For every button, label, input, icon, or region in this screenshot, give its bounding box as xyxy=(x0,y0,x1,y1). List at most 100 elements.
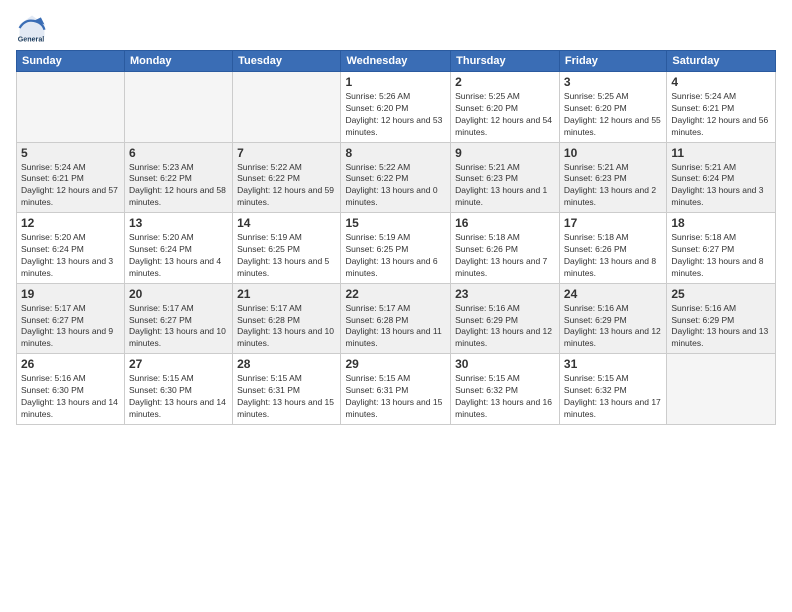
day-number: 29 xyxy=(345,357,446,371)
day-cell: 29 Sunrise: 5:15 AMSunset: 6:31 PMDaylig… xyxy=(341,354,451,425)
day-cell: 5 Sunrise: 5:24 AMSunset: 6:21 PMDayligh… xyxy=(17,142,125,213)
day-number: 3 xyxy=(564,75,662,89)
day-cell: 23 Sunrise: 5:16 AMSunset: 6:29 PMDaylig… xyxy=(451,283,560,354)
day-number: 12 xyxy=(21,216,120,230)
day-cell: 18 Sunrise: 5:18 AMSunset: 6:27 PMDaylig… xyxy=(667,213,776,284)
day-number: 28 xyxy=(237,357,336,371)
day-number: 27 xyxy=(129,357,228,371)
day-cell: 20 Sunrise: 5:17 AMSunset: 6:27 PMDaylig… xyxy=(124,283,232,354)
day-cell: 11 Sunrise: 5:21 AMSunset: 6:24 PMDaylig… xyxy=(667,142,776,213)
day-info: Sunrise: 5:25 AMSunset: 6:20 PMDaylight:… xyxy=(564,91,661,137)
day-number: 10 xyxy=(564,146,662,160)
day-info: Sunrise: 5:23 AMSunset: 6:22 PMDaylight:… xyxy=(129,162,226,208)
day-number: 1 xyxy=(345,75,446,89)
header-tuesday: Tuesday xyxy=(233,51,341,72)
day-number: 30 xyxy=(455,357,555,371)
header-sunday: Sunday xyxy=(17,51,125,72)
day-info: Sunrise: 5:16 AMSunset: 6:30 PMDaylight:… xyxy=(21,373,118,419)
header-friday: Friday xyxy=(559,51,666,72)
day-info: Sunrise: 5:21 AMSunset: 6:23 PMDaylight:… xyxy=(564,162,656,208)
day-info: Sunrise: 5:20 AMSunset: 6:24 PMDaylight:… xyxy=(21,232,113,278)
day-cell: 13 Sunrise: 5:20 AMSunset: 6:24 PMDaylig… xyxy=(124,213,232,284)
day-number: 13 xyxy=(129,216,228,230)
day-info: Sunrise: 5:18 AMSunset: 6:27 PMDaylight:… xyxy=(671,232,763,278)
day-info: Sunrise: 5:17 AMSunset: 6:28 PMDaylight:… xyxy=(345,303,441,349)
day-cell: 19 Sunrise: 5:17 AMSunset: 6:27 PMDaylig… xyxy=(17,283,125,354)
day-cell: 1 Sunrise: 5:26 AMSunset: 6:20 PMDayligh… xyxy=(341,72,451,143)
logo: General xyxy=(16,12,52,44)
page: General SundayMondayTuesdayWednesdayThur… xyxy=(0,0,792,612)
day-info: Sunrise: 5:19 AMSunset: 6:25 PMDaylight:… xyxy=(237,232,329,278)
day-cell: 12 Sunrise: 5:20 AMSunset: 6:24 PMDaylig… xyxy=(17,213,125,284)
day-cell: 17 Sunrise: 5:18 AMSunset: 6:26 PMDaylig… xyxy=(559,213,666,284)
week-row-2: 5 Sunrise: 5:24 AMSunset: 6:21 PMDayligh… xyxy=(17,142,776,213)
day-cell: 15 Sunrise: 5:19 AMSunset: 6:25 PMDaylig… xyxy=(341,213,451,284)
day-info: Sunrise: 5:19 AMSunset: 6:25 PMDaylight:… xyxy=(345,232,437,278)
day-number: 24 xyxy=(564,287,662,301)
day-cell: 6 Sunrise: 5:23 AMSunset: 6:22 PMDayligh… xyxy=(124,142,232,213)
week-row-1: 1 Sunrise: 5:26 AMSunset: 6:20 PMDayligh… xyxy=(17,72,776,143)
day-info: Sunrise: 5:17 AMSunset: 6:27 PMDaylight:… xyxy=(21,303,113,349)
day-number: 11 xyxy=(671,146,771,160)
calendar-header-row: SundayMondayTuesdayWednesdayThursdayFrid… xyxy=(17,51,776,72)
header-thursday: Thursday xyxy=(451,51,560,72)
day-cell xyxy=(17,72,125,143)
header-wednesday: Wednesday xyxy=(341,51,451,72)
day-cell xyxy=(233,72,341,143)
day-number: 6 xyxy=(129,146,228,160)
logo-icon: General xyxy=(16,12,48,44)
day-cell: 21 Sunrise: 5:17 AMSunset: 6:28 PMDaylig… xyxy=(233,283,341,354)
svg-text:General: General xyxy=(18,35,45,43)
day-info: Sunrise: 5:16 AMSunset: 6:29 PMDaylight:… xyxy=(564,303,661,349)
day-number: 14 xyxy=(237,216,336,230)
day-cell: 25 Sunrise: 5:16 AMSunset: 6:29 PMDaylig… xyxy=(667,283,776,354)
day-cell: 4 Sunrise: 5:24 AMSunset: 6:21 PMDayligh… xyxy=(667,72,776,143)
day-info: Sunrise: 5:17 AMSunset: 6:27 PMDaylight:… xyxy=(129,303,226,349)
day-info: Sunrise: 5:18 AMSunset: 6:26 PMDaylight:… xyxy=(455,232,547,278)
day-number: 22 xyxy=(345,287,446,301)
header: General xyxy=(16,12,776,44)
day-info: Sunrise: 5:16 AMSunset: 6:29 PMDaylight:… xyxy=(671,303,768,349)
header-saturday: Saturday xyxy=(667,51,776,72)
week-row-3: 12 Sunrise: 5:20 AMSunset: 6:24 PMDaylig… xyxy=(17,213,776,284)
day-cell: 14 Sunrise: 5:19 AMSunset: 6:25 PMDaylig… xyxy=(233,213,341,284)
day-number: 15 xyxy=(345,216,446,230)
day-info: Sunrise: 5:15 AMSunset: 6:30 PMDaylight:… xyxy=(129,373,226,419)
day-info: Sunrise: 5:15 AMSunset: 6:32 PMDaylight:… xyxy=(564,373,661,419)
day-cell: 26 Sunrise: 5:16 AMSunset: 6:30 PMDaylig… xyxy=(17,354,125,425)
day-number: 8 xyxy=(345,146,446,160)
day-cell: 8 Sunrise: 5:22 AMSunset: 6:22 PMDayligh… xyxy=(341,142,451,213)
day-cell: 24 Sunrise: 5:16 AMSunset: 6:29 PMDaylig… xyxy=(559,283,666,354)
day-info: Sunrise: 5:24 AMSunset: 6:21 PMDaylight:… xyxy=(21,162,118,208)
day-cell xyxy=(667,354,776,425)
day-cell: 7 Sunrise: 5:22 AMSunset: 6:22 PMDayligh… xyxy=(233,142,341,213)
day-number: 23 xyxy=(455,287,555,301)
day-info: Sunrise: 5:15 AMSunset: 6:31 PMDaylight:… xyxy=(237,373,334,419)
day-number: 5 xyxy=(21,146,120,160)
day-number: 19 xyxy=(21,287,120,301)
day-cell: 16 Sunrise: 5:18 AMSunset: 6:26 PMDaylig… xyxy=(451,213,560,284)
day-cell: 28 Sunrise: 5:15 AMSunset: 6:31 PMDaylig… xyxy=(233,354,341,425)
day-info: Sunrise: 5:21 AMSunset: 6:24 PMDaylight:… xyxy=(671,162,763,208)
day-cell: 27 Sunrise: 5:15 AMSunset: 6:30 PMDaylig… xyxy=(124,354,232,425)
week-row-5: 26 Sunrise: 5:16 AMSunset: 6:30 PMDaylig… xyxy=(17,354,776,425)
header-monday: Monday xyxy=(124,51,232,72)
day-number: 31 xyxy=(564,357,662,371)
day-info: Sunrise: 5:18 AMSunset: 6:26 PMDaylight:… xyxy=(564,232,656,278)
calendar-table: SundayMondayTuesdayWednesdayThursdayFrid… xyxy=(16,50,776,425)
day-cell: 22 Sunrise: 5:17 AMSunset: 6:28 PMDaylig… xyxy=(341,283,451,354)
day-info: Sunrise: 5:20 AMSunset: 6:24 PMDaylight:… xyxy=(129,232,221,278)
day-cell: 3 Sunrise: 5:25 AMSunset: 6:20 PMDayligh… xyxy=(559,72,666,143)
day-cell: 31 Sunrise: 5:15 AMSunset: 6:32 PMDaylig… xyxy=(559,354,666,425)
day-info: Sunrise: 5:17 AMSunset: 6:28 PMDaylight:… xyxy=(237,303,334,349)
day-number: 26 xyxy=(21,357,120,371)
day-number: 18 xyxy=(671,216,771,230)
day-info: Sunrise: 5:22 AMSunset: 6:22 PMDaylight:… xyxy=(345,162,437,208)
day-info: Sunrise: 5:21 AMSunset: 6:23 PMDaylight:… xyxy=(455,162,547,208)
day-number: 2 xyxy=(455,75,555,89)
day-info: Sunrise: 5:15 AMSunset: 6:32 PMDaylight:… xyxy=(455,373,552,419)
day-info: Sunrise: 5:16 AMSunset: 6:29 PMDaylight:… xyxy=(455,303,552,349)
day-cell xyxy=(124,72,232,143)
day-cell: 10 Sunrise: 5:21 AMSunset: 6:23 PMDaylig… xyxy=(559,142,666,213)
day-info: Sunrise: 5:24 AMSunset: 6:21 PMDaylight:… xyxy=(671,91,768,137)
